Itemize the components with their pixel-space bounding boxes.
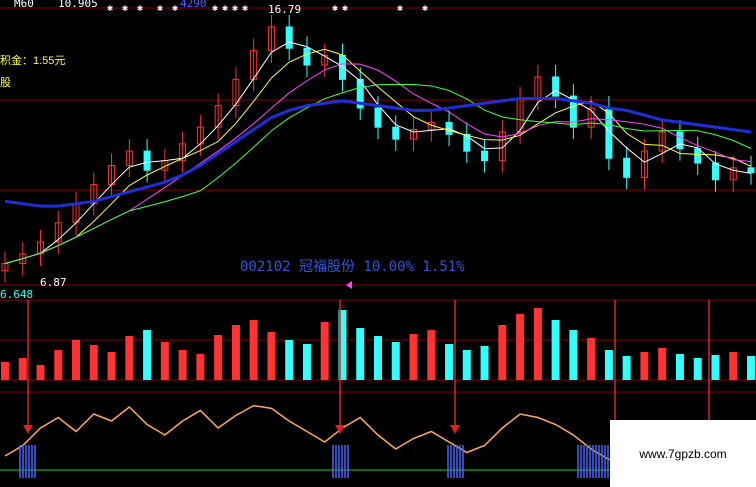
volume-bar [178, 350, 187, 380]
volume-bar [72, 340, 81, 380]
star-marker: ✱ [342, 3, 348, 14]
candle-body [374, 107, 382, 128]
volume-bar [462, 350, 471, 380]
volume-bar [231, 325, 240, 380]
volume-bar [89, 345, 98, 380]
volume-bar [622, 356, 631, 380]
ma-line [4, 63, 752, 264]
star-marker: ✱ [242, 3, 248, 14]
volume-bar [267, 332, 276, 380]
volume-bar [445, 344, 454, 380]
volume-bar [533, 308, 542, 380]
volume-bar [302, 344, 311, 380]
volume-bar [551, 320, 560, 380]
peak-label: 16.79 [268, 3, 302, 16]
volume-bar [747, 356, 755, 380]
volume-bar [711, 355, 720, 380]
candle-body [392, 126, 400, 140]
volume-bar [285, 340, 294, 380]
star-marker: ✱ [137, 3, 143, 14]
info-text-2: 股 [0, 77, 11, 89]
chart-canvas: ✱ ✱ ✱ ✱ ✱ ✱ ✱ ✱ ✱ ✱ ✱ ✱ ✱ [0, 3, 756, 478]
volume-bar [516, 314, 525, 380]
volume-bar [480, 346, 489, 380]
stock-chart: ✱ ✱ ✱ ✱ ✱ ✱ ✱ ✱ ✱ ✱ ✱ ✱ ✱ M60 10.905 4290 积金：1.55元 股… [0, 0, 756, 487]
volume-bar [196, 354, 205, 380]
candle-body [747, 167, 755, 174]
volume-bar [54, 350, 63, 380]
star-marker: ✱ [422, 3, 428, 14]
candle-body [285, 26, 293, 49]
star-marker: ✱ [122, 3, 128, 14]
position-marker [346, 281, 352, 289]
star-marker: ✱ [332, 3, 338, 14]
ma-line [4, 48, 752, 264]
candle-body [303, 47, 311, 66]
volume-bar [675, 354, 684, 380]
volume-bar [125, 336, 134, 380]
ma-label: M60 [14, 0, 34, 10]
candle-body [694, 148, 702, 164]
volume-bar [1, 362, 9, 380]
axis-value: 6.648 [0, 288, 34, 301]
overlay-text: 002102 冠福股份 10.00% 1.51% [240, 259, 465, 275]
candle-body [676, 131, 684, 150]
candle-body [552, 76, 560, 97]
candle-body [338, 54, 346, 80]
star-marker: ✱ [212, 3, 218, 14]
low-label: 6.87 [40, 276, 67, 289]
volume-bar [729, 352, 738, 380]
volume-bar [569, 330, 578, 380]
volume-bar [214, 335, 223, 380]
volume-bar [143, 330, 152, 380]
volume-bar [249, 320, 258, 380]
volume-bar [640, 352, 649, 380]
volume-bar [356, 328, 365, 380]
volume-bar [693, 358, 702, 380]
volume-bar [107, 352, 116, 380]
candle-body [143, 150, 151, 171]
volume-bar [374, 336, 382, 380]
volume-bar [391, 342, 400, 380]
partial-value: 4290 [180, 0, 207, 10]
signal-arrow-head [450, 425, 460, 434]
candle-body [481, 150, 489, 162]
volume-bar [427, 330, 436, 380]
volume-bar [604, 350, 613, 380]
volume-bar [658, 348, 667, 380]
volume-bar [498, 325, 507, 380]
volume-bar [36, 365, 45, 380]
star-marker: ✱ [397, 3, 403, 14]
star-marker: ✱ [107, 3, 113, 14]
candle-body [623, 157, 631, 178]
star-marker: ✱ [172, 3, 178, 14]
star-marker: ✱ [232, 3, 238, 14]
volume-bar [18, 358, 27, 380]
signal-arrow-head [23, 425, 33, 434]
volume-bar [409, 334, 418, 380]
watermark: www.7gpzb.com [610, 420, 756, 487]
star-marker: ✱ [157, 3, 163, 14]
info-text-1: 积金：1.55元 [0, 55, 66, 67]
ma-value: 10.905 [58, 0, 98, 10]
volume-bar [320, 322, 329, 380]
ma-line [4, 41, 752, 264]
volume-bar [160, 342, 169, 380]
candle-body [711, 162, 719, 181]
volume-bar [587, 338, 596, 380]
star-marker: ✱ [222, 3, 228, 14]
